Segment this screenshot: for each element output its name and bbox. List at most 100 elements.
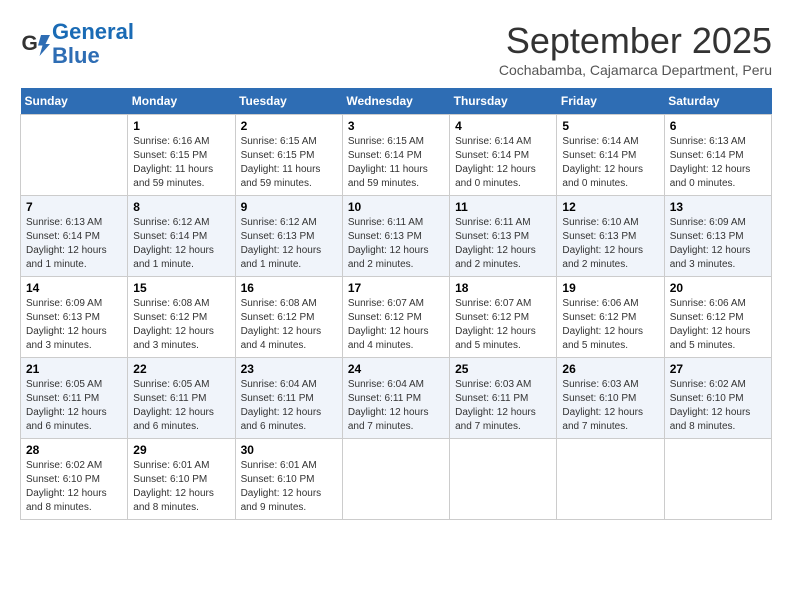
calendar-cell: 24 Sunrise: 6:04 AM Sunset: 6:11 PM Dayli… [342,358,449,439]
calendar-cell: 15Sunrise: 6:08 AM Sunset: 6:12 PM Dayli… [128,277,235,358]
week-row-2: 14 Sunrise: 6:09 AM Sunset: 6:13 PM Dayli… [21,277,772,358]
calendar-cell [21,115,128,196]
title-block: September 2025 Cochabamba, Cajamarca Dep… [499,20,772,78]
week-row-1: 7 Sunrise: 6:13 AM Sunset: 6:14 PM Daylig… [21,196,772,277]
calendar-cell: 19Sunrise: 6:06 AM Sunset: 6:12 PM Dayli… [557,277,664,358]
day-number: 28 [26,443,122,457]
month-title: September 2025 [499,20,772,62]
calendar-table: SundayMondayTuesdayWednesdayThursdayFrid… [20,88,772,520]
week-row-3: 21 Sunrise: 6:05 AM Sunset: 6:11 PM Dayli… [21,358,772,439]
calendar-cell: 6 Sunrise: 6:13 AM Sunset: 6:14 PM Daylig… [664,115,771,196]
day-info: Sunrise: 6:13 AM Sunset: 6:14 PM Dayligh… [670,135,766,191]
logo-text: General Blue [52,20,134,68]
day-info: Sunrise: 6:14 AM Sunset: 6:14 PM Dayligh… [562,135,658,191]
day-info: Sunrise: 6:07 AM Sunset: 6:12 PM Dayligh… [455,297,551,353]
calendar-header-row: SundayMondayTuesdayWednesdayThursdayFrid… [21,88,772,115]
day-info: Sunrise: 6:08 AM Sunset: 6:12 PM Dayligh… [133,297,229,353]
day-number: 8 [133,200,229,214]
day-info: Sunrise: 6:15 AM Sunset: 6:15 PM Dayligh… [241,135,337,191]
calendar-cell [450,439,557,520]
calendar-cell: 30Sunrise: 6:01 AM Sunset: 6:10 PM Dayli… [235,439,342,520]
header-wednesday: Wednesday [342,88,449,115]
day-number: 3 [348,119,444,133]
header-friday: Friday [557,88,664,115]
day-info: Sunrise: 6:11 AM Sunset: 6:13 PM Dayligh… [348,216,444,272]
day-info: Sunrise: 6:06 AM Sunset: 6:12 PM Dayligh… [670,297,766,353]
day-number: 2 [241,119,337,133]
day-info: Sunrise: 6:13 AM Sunset: 6:14 PM Dayligh… [26,216,122,272]
day-number: 7 [26,200,122,214]
week-row-0: 1Sunrise: 6:16 AM Sunset: 6:15 PM Daylig… [21,115,772,196]
calendar-cell: 7 Sunrise: 6:13 AM Sunset: 6:14 PM Daylig… [21,196,128,277]
calendar-cell: 29 Sunrise: 6:01 AM Sunset: 6:10 PM Dayli… [128,439,235,520]
header-monday: Monday [128,88,235,115]
day-number: 27 [670,362,766,376]
day-number: 11 [455,200,551,214]
calendar-cell [342,439,449,520]
calendar-cell: 4Sunrise: 6:14 AM Sunset: 6:14 PM Daylig… [450,115,557,196]
location-subtitle: Cochabamba, Cajamarca Department, Peru [499,62,772,78]
day-number: 6 [670,119,766,133]
day-info: Sunrise: 6:08 AM Sunset: 6:12 PM Dayligh… [241,297,337,353]
day-number: 23 [241,362,337,376]
day-number: 12 [562,200,658,214]
calendar-cell: 2 Sunrise: 6:15 AM Sunset: 6:15 PM Daylig… [235,115,342,196]
day-info: Sunrise: 6:05 AM Sunset: 6:11 PM Dayligh… [26,378,122,434]
day-info: Sunrise: 6:01 AM Sunset: 6:10 PM Dayligh… [133,459,229,515]
header-saturday: Saturday [664,88,771,115]
week-row-4: 28Sunrise: 6:02 AM Sunset: 6:10 PM Dayli… [21,439,772,520]
page-header: G General Blue September 2025 Cochabamba… [20,20,772,78]
calendar-cell: 11 Sunrise: 6:11 AM Sunset: 6:13 PM Dayli… [450,196,557,277]
day-number: 17 [348,281,444,295]
day-number: 21 [26,362,122,376]
day-info: Sunrise: 6:01 AM Sunset: 6:10 PM Dayligh… [241,459,337,515]
day-number: 29 [133,443,229,457]
calendar-cell: 18 Sunrise: 6:07 AM Sunset: 6:12 PM Dayli… [450,277,557,358]
day-number: 22 [133,362,229,376]
header-thursday: Thursday [450,88,557,115]
calendar-cell: 1Sunrise: 6:16 AM Sunset: 6:15 PM Daylig… [128,115,235,196]
day-number: 24 [348,362,444,376]
calendar-cell: 26Sunrise: 6:03 AM Sunset: 6:10 PM Dayli… [557,358,664,439]
day-number: 9 [241,200,337,214]
day-info: Sunrise: 6:09 AM Sunset: 6:13 PM Dayligh… [26,297,122,353]
day-number: 1 [133,119,229,133]
day-number: 14 [26,281,122,295]
calendar-cell [664,439,771,520]
day-number: 16 [241,281,337,295]
day-info: Sunrise: 6:02 AM Sunset: 6:10 PM Dayligh… [670,378,766,434]
day-info: Sunrise: 6:04 AM Sunset: 6:11 PM Dayligh… [348,378,444,434]
day-number: 18 [455,281,551,295]
calendar-cell: 20Sunrise: 6:06 AM Sunset: 6:12 PM Dayli… [664,277,771,358]
day-number: 25 [455,362,551,376]
day-info: Sunrise: 6:12 AM Sunset: 6:13 PM Dayligh… [241,216,337,272]
day-number: 4 [455,119,551,133]
day-info: Sunrise: 6:05 AM Sunset: 6:11 PM Dayligh… [133,378,229,434]
day-info: Sunrise: 6:07 AM Sunset: 6:12 PM Dayligh… [348,297,444,353]
calendar-cell: 16 Sunrise: 6:08 AM Sunset: 6:12 PM Dayli… [235,277,342,358]
calendar-cell [557,439,664,520]
calendar-cell: 3 Sunrise: 6:15 AM Sunset: 6:14 PM Daylig… [342,115,449,196]
day-info: Sunrise: 6:03 AM Sunset: 6:11 PM Dayligh… [455,378,551,434]
day-info: Sunrise: 6:12 AM Sunset: 6:14 PM Dayligh… [133,216,229,272]
calendar-cell: 27 Sunrise: 6:02 AM Sunset: 6:10 PM Dayli… [664,358,771,439]
calendar-cell: 12 Sunrise: 6:10 AM Sunset: 6:13 PM Dayli… [557,196,664,277]
logo: G General Blue [20,20,134,68]
day-number: 26 [562,362,658,376]
day-number: 10 [348,200,444,214]
svg-text:G: G [22,32,38,55]
day-info: Sunrise: 6:10 AM Sunset: 6:13 PM Dayligh… [562,216,658,272]
calendar-cell: 25 Sunrise: 6:03 AM Sunset: 6:11 PM Dayli… [450,358,557,439]
day-info: Sunrise: 6:04 AM Sunset: 6:11 PM Dayligh… [241,378,337,434]
logo-icon: G [20,29,50,59]
calendar-cell: 13Sunrise: 6:09 AM Sunset: 6:13 PM Dayli… [664,196,771,277]
calendar-cell: 28Sunrise: 6:02 AM Sunset: 6:10 PM Dayli… [21,439,128,520]
day-info: Sunrise: 6:11 AM Sunset: 6:13 PM Dayligh… [455,216,551,272]
calendar-cell: 9 Sunrise: 6:12 AM Sunset: 6:13 PM Daylig… [235,196,342,277]
day-number: 5 [562,119,658,133]
day-info: Sunrise: 6:15 AM Sunset: 6:14 PM Dayligh… [348,135,444,191]
calendar-cell: 8 Sunrise: 6:12 AM Sunset: 6:14 PM Daylig… [128,196,235,277]
calendar-cell: 22 Sunrise: 6:05 AM Sunset: 6:11 PM Dayli… [128,358,235,439]
header-sunday: Sunday [21,88,128,115]
calendar-cell: 5 Sunrise: 6:14 AM Sunset: 6:14 PM Daylig… [557,115,664,196]
